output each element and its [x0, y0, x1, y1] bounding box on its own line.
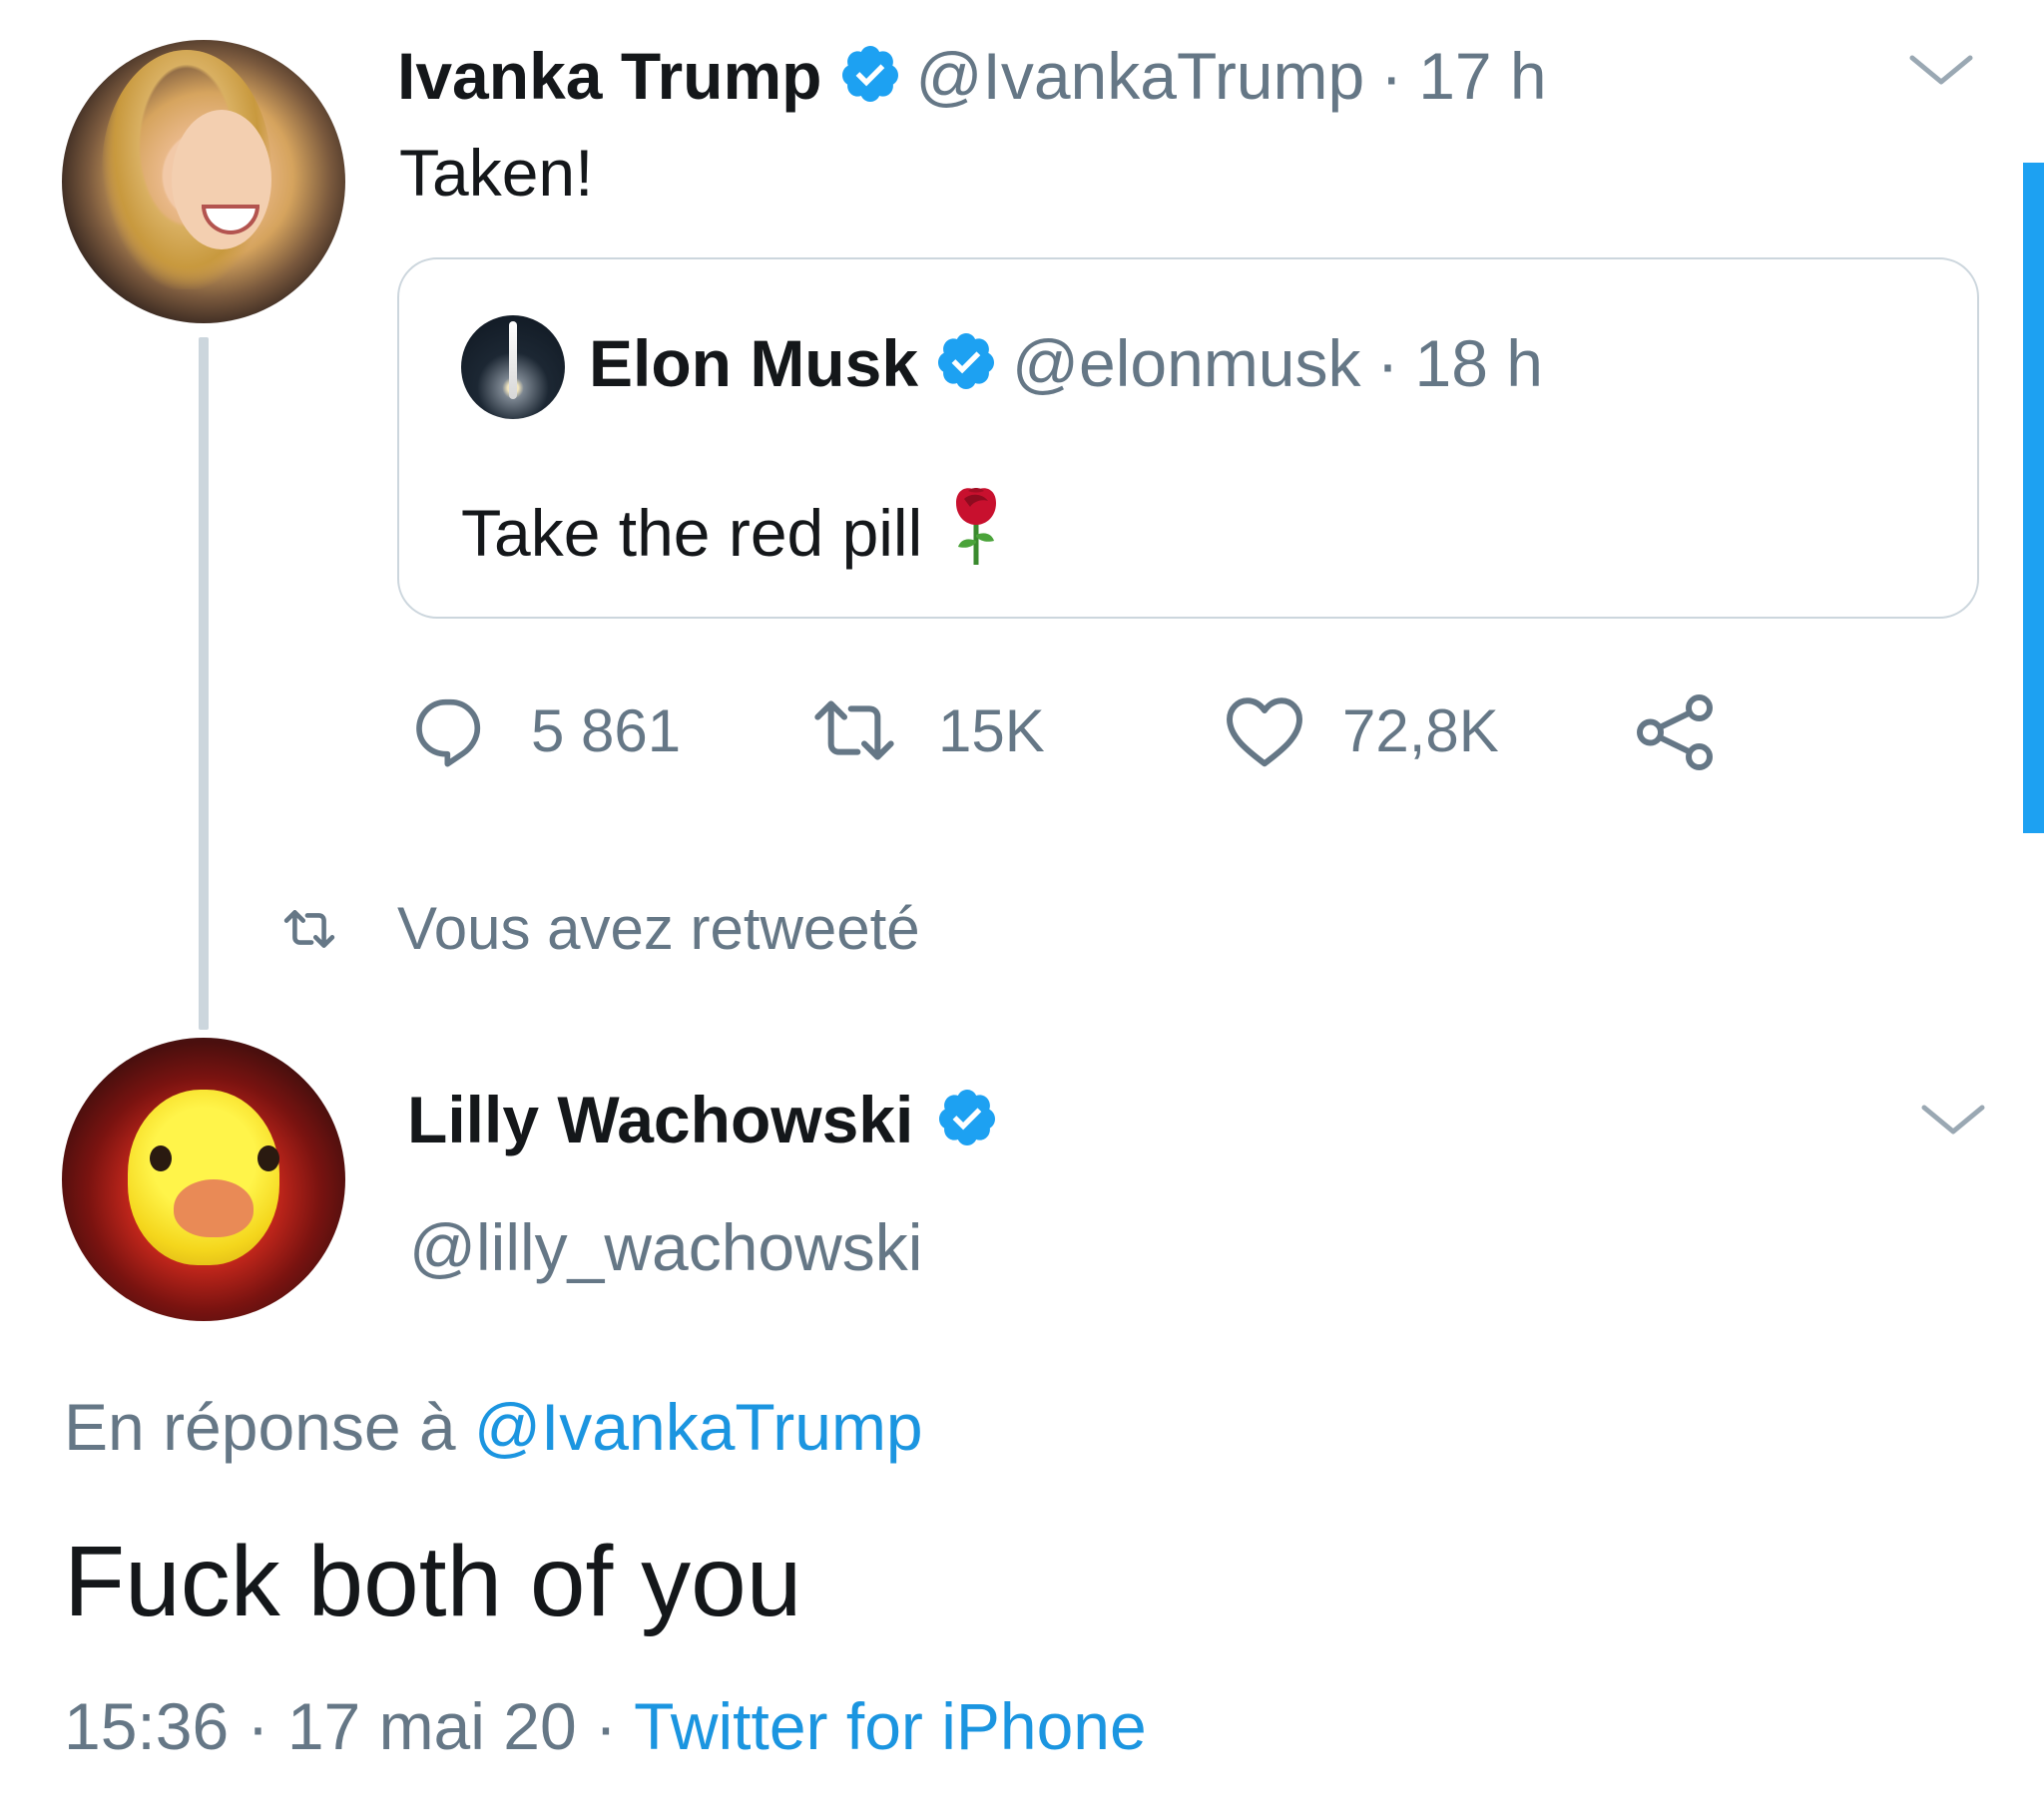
separator-dot: ·	[229, 1689, 287, 1763]
author-name[interactable]: Lilly Wachowski	[407, 1082, 913, 1157]
thread-connector-line	[199, 337, 209, 1030]
quoted-tweet-text-row: Take the red pill	[461, 483, 1004, 582]
quoted-tweet-text: Take the red pill	[461, 495, 923, 570]
author-name[interactable]: Ivanka Trump	[397, 38, 822, 114]
tweet-metadata: 15:36 · 17 mai 20 · Twitter for iPhone	[64, 1688, 1147, 1764]
quoted-author-handle: @elonmusk	[1012, 326, 1361, 400]
lilly-avatar[interactable]	[62, 1038, 345, 1321]
separator-dot: ·	[1380, 39, 1403, 113]
reply-mention-link[interactable]: @IvankaTrump	[474, 1390, 923, 1464]
reply-context: En réponse à @IvankaTrump	[64, 1389, 923, 1465]
quoted-tweet-time: 18 h	[1414, 326, 1543, 400]
reply-icon	[416, 698, 481, 767]
heart-icon	[1227, 697, 1302, 767]
separator-dot: ·	[1376, 326, 1399, 400]
reply-count: 5 861	[531, 696, 682, 764]
like-button[interactable]: 72,8K	[1223, 690, 1499, 770]
author-handle[interactable]: @IvankaTrump	[916, 38, 1365, 114]
separator-dot: ·	[576, 1689, 635, 1763]
tweet-text: Taken!	[399, 136, 594, 210]
retweet-icon	[814, 700, 894, 760]
verified-badge-icon	[838, 42, 902, 111]
tweet-source-link[interactable]: Twitter for iPhone	[634, 1689, 1147, 1763]
share-icon	[1637, 694, 1713, 770]
share-button[interactable]	[1633, 690, 1717, 774]
reply-button[interactable]: 5 861	[409, 690, 681, 770]
retweet-count: 15K	[938, 696, 1045, 764]
chevron-down-icon[interactable]	[1918, 1100, 1988, 1139]
elon-avatar[interactable]	[461, 315, 565, 419]
tweet-header: Lilly Wachowski	[407, 1078, 999, 1161]
ivanka-avatar[interactable]	[62, 40, 345, 323]
tweet-time[interactable]: 17 h	[1418, 38, 1546, 114]
author-handle[interactable]: @lilly_wachowski	[409, 1209, 922, 1285]
quoted-tweet-header: Elon Musk @elonmusk · 18 h	[589, 321, 1543, 405]
retweeted-label-row: Vous avez retweeté	[277, 894, 920, 963]
scrollbar[interactable]	[2023, 163, 2044, 833]
chevron-down-icon[interactable]	[1906, 50, 1976, 90]
tweet-header: Ivanka Trump @IvankaTrump · 17 h	[397, 34, 1547, 118]
retweet-button[interactable]: 15K	[806, 690, 1045, 770]
retweeted-label: Vous avez retweeté	[397, 895, 920, 962]
tweet-date: 17 mai 20	[286, 1689, 577, 1763]
retweet-icon	[283, 909, 335, 948]
verified-badge-icon	[935, 1086, 999, 1154]
verified-badge-icon	[934, 329, 998, 398]
like-count: 72,8K	[1342, 696, 1499, 764]
rose-icon	[948, 483, 1004, 582]
tweet-time: 15:36	[64, 1689, 230, 1763]
reply-prefix: En réponse à	[64, 1390, 474, 1464]
tweet-text: Fuck both of you	[64, 1526, 802, 1637]
quoted-author-name: Elon Musk	[589, 326, 919, 400]
